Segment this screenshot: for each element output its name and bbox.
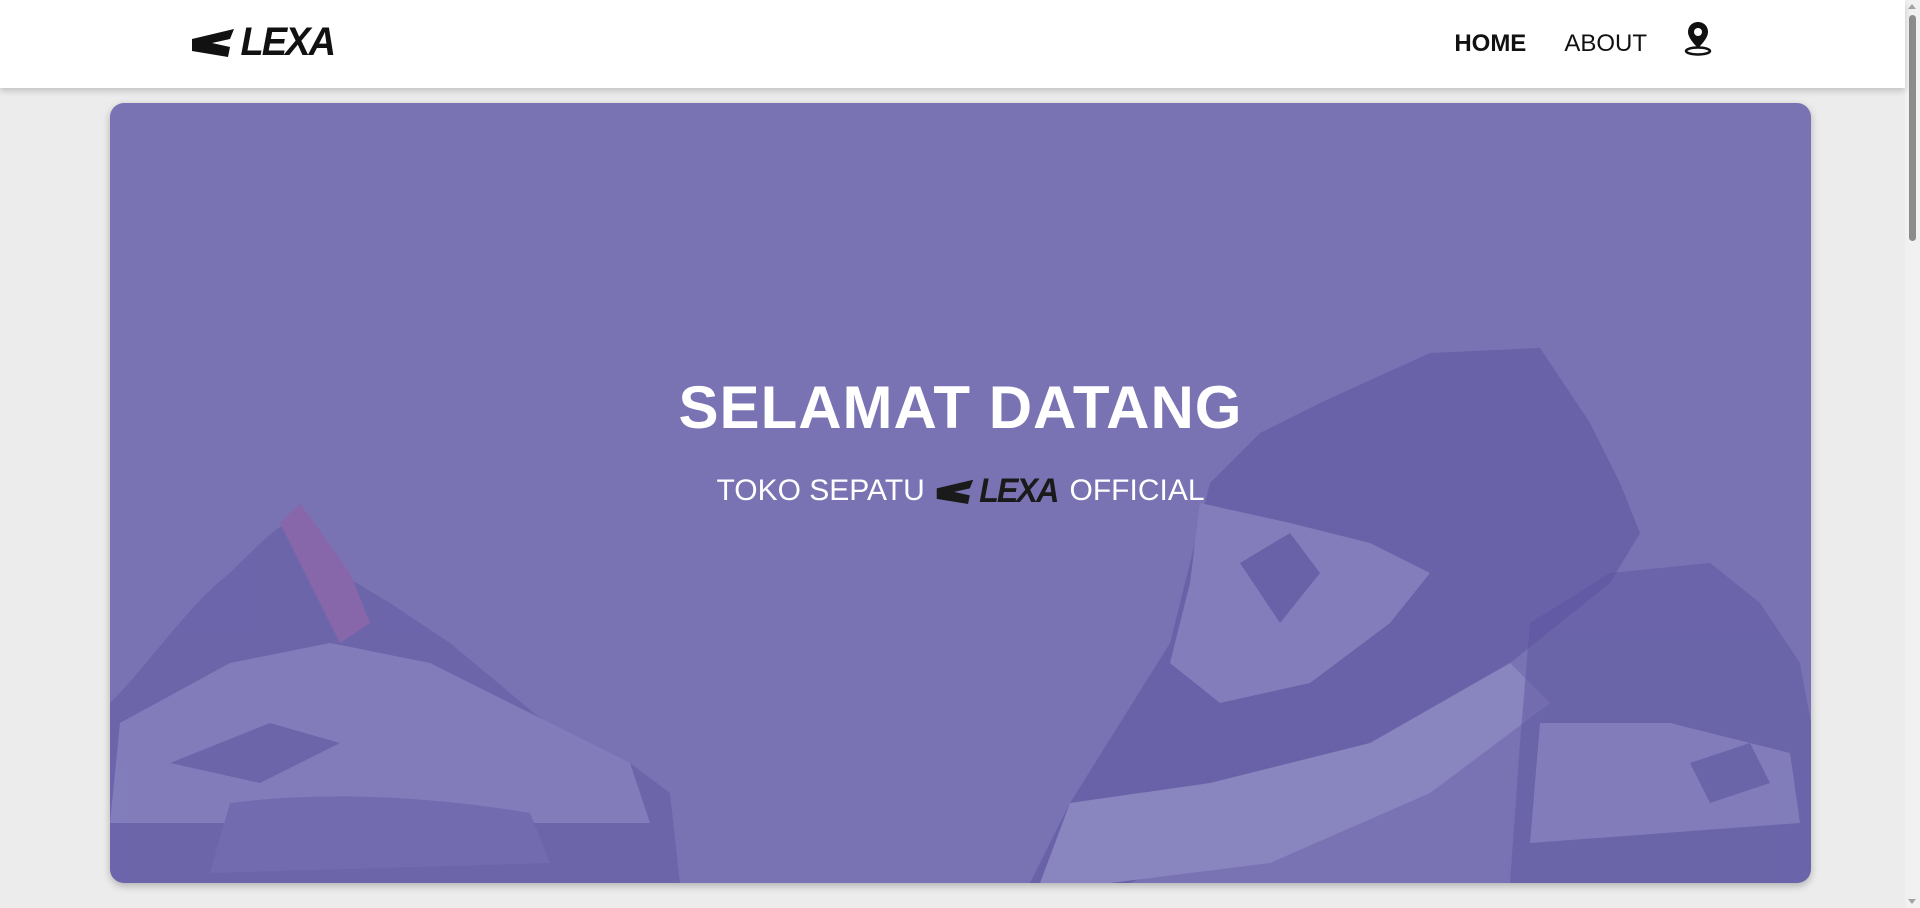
page-scrollbar[interactable] [1905,0,1920,908]
hero-banner: SELAMAT DATANG TOKO SEPATU LEXA OFFICIAL [110,103,1811,883]
hero-title: SELAMAT DATANG [678,374,1243,441]
scrollbar-thumb[interactable] [1909,15,1916,241]
far-right-sneaker-shape [1510,563,1811,883]
hero-brand-name: LEXA [978,472,1059,510]
hero-subtitle: TOKO SEPATU LEXA OFFICIAL [110,474,1811,508]
scroll-down-arrow-icon[interactable] [1908,899,1916,904]
hero-subtitle-prefix: TOKO SEPATU [716,474,925,507]
hero-subtitle-suffix: OFFICIAL [1069,474,1205,507]
brand-logo[interactable]: LEXA [190,22,337,62]
nav-home-link[interactable]: HOME [1454,30,1526,58]
lexa-logo-mark-icon [192,29,234,57]
nav-about-link[interactable]: ABOUT [1564,30,1647,58]
scroll-up-arrow-icon[interactable] [1908,4,1916,9]
left-sneaker-shape [110,503,680,883]
brand-name: LEXA [240,20,336,64]
hero-brand-logo: LEXA [935,474,1060,508]
map-pin-icon[interactable] [1683,20,1713,56]
nav-links: HOME ABOUT [1416,0,1713,88]
top-navbar: LEXA HOME ABOUT [0,0,1905,88]
lexa-logo-mark-icon [936,479,974,505]
